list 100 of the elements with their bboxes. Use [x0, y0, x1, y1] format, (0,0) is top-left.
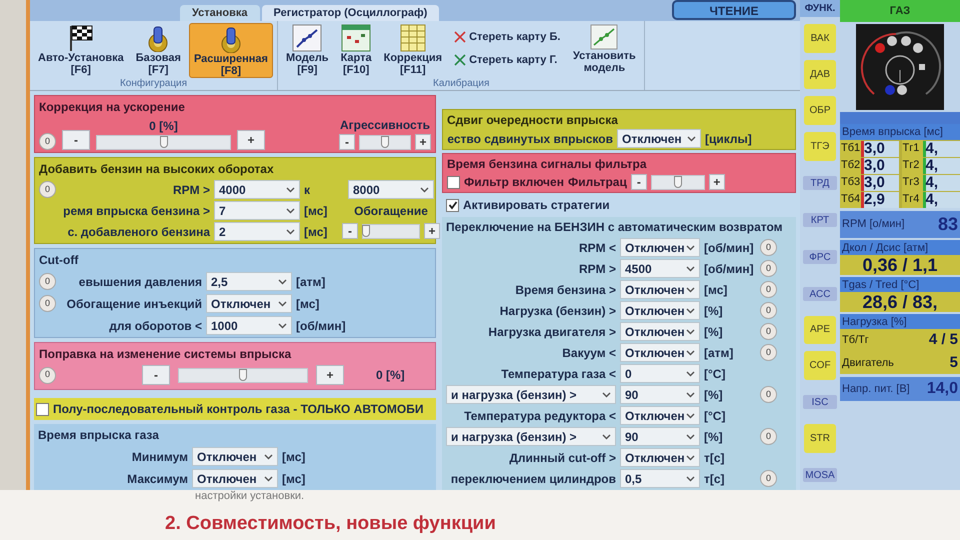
dropdown[interactable]: Отключен — [620, 301, 700, 320]
function-button[interactable]: APE — [804, 316, 836, 344]
dropdown[interactable]: 1000 — [206, 316, 292, 335]
ribbon-button[interactable]: Авто-Установка [F6] — [34, 23, 128, 78]
table-icon — [398, 24, 427, 52]
erase-button[interactable]: Стереть карту Б. — [454, 29, 560, 46]
erase-button[interactable]: Стереть карту Г. — [454, 52, 560, 68]
reset-button[interactable]: 0 — [39, 273, 56, 290]
slider-track[interactable] — [650, 174, 705, 190]
function-button[interactable]: ТГЭ — [804, 132, 836, 161]
ribbon-button[interactable]: Коррекция [F11] — [380, 23, 446, 78]
checkbox[interactable] — [36, 402, 49, 416]
slider-thumb[interactable] — [674, 176, 682, 188]
label: Тг1 — [902, 140, 922, 157]
function-button[interactable]: MOSA — [803, 468, 837, 482]
function-button[interactable]: ISC — [803, 395, 837, 410]
function-button[interactable]: COF — [804, 351, 836, 380]
reset-button[interactable]: 0 — [760, 281, 777, 298]
dropdown[interactable]: Отключен — [620, 322, 700, 341]
set-model-button[interactable]: Установить модель — [568, 23, 640, 74]
label: с. добавленого бензина — [66, 224, 210, 240]
slider-track[interactable] — [96, 135, 231, 150]
ribbon-button[interactable]: Модель [F9] — [282, 23, 333, 78]
decrease-button[interactable]: - — [342, 223, 358, 239]
increase-button[interactable]: + — [708, 174, 725, 190]
dropdown[interactable]: и нагрузка (бензин) > — [446, 385, 616, 404]
reset-button[interactable]: 0 — [39, 133, 56, 150]
tab[interactable]: Регистратор (Осциллограф) — [262, 5, 440, 21]
slider-thumb[interactable] — [160, 136, 168, 148]
label: RPM > — [578, 260, 616, 278]
slider-thumb[interactable] — [239, 368, 247, 380]
dropdown[interactable]: Отключен — [620, 406, 700, 425]
increase-button[interactable]: + — [316, 365, 344, 385]
reset-button[interactable]: 0 — [760, 386, 777, 403]
caret-icon — [602, 434, 611, 440]
reset-button[interactable]: 0 — [760, 470, 777, 487]
increase-button[interactable]: + — [415, 134, 431, 150]
function-button[interactable]: ФРС — [803, 250, 837, 264]
panel-title: Добавить бензин на высоких оборотах — [39, 161, 275, 178]
dropdown[interactable]: Отключен — [620, 280, 700, 299]
reset-button[interactable]: 0 — [39, 181, 56, 198]
dropdown[interactable]: 4500 — [620, 259, 700, 278]
dropdown[interactable]: Отключен — [620, 238, 700, 257]
dropdown[interactable]: 90 — [620, 385, 700, 404]
dropdown[interactable]: и нагрузка (бензин) > — [446, 427, 616, 446]
slider-track[interactable] — [359, 134, 411, 150]
slider-track[interactable] — [362, 224, 420, 238]
ribbon-button[interactable]: Карта [F10] — [336, 23, 376, 78]
checkbox[interactable] — [447, 176, 460, 188]
reset-button[interactable]: 0 — [760, 428, 777, 445]
function-button[interactable]: КРТ — [803, 212, 837, 227]
function-button[interactable]: ОБР — [804, 96, 836, 125]
increase-button[interactable]: + — [237, 130, 265, 150]
increase-button[interactable]: + — [424, 223, 440, 239]
reset-button[interactable]: 0 — [760, 323, 777, 340]
caret-icon — [286, 208, 295, 214]
function-button[interactable]: ВАК — [804, 24, 836, 54]
slider-thumb[interactable] — [381, 136, 389, 148]
dropdown[interactable]: 8000 — [348, 180, 434, 199]
dropdown[interactable]: Отключен — [192, 447, 278, 466]
slider-track[interactable] — [178, 368, 308, 382]
ribbon-button[interactable]: Расширенная [F8] — [188, 23, 273, 78]
dropdown[interactable]: 7 — [214, 201, 300, 220]
decrease-button[interactable]: - — [630, 174, 647, 190]
dropdown[interactable]: 0 — [620, 364, 700, 383]
read-button[interactable]: ЧТЕНИЕ — [672, 0, 796, 20]
checkbox[interactable] — [446, 198, 459, 212]
label: Тб1 — [840, 140, 861, 157]
label: для оборотов < — [108, 318, 202, 334]
reset-button[interactable]: 0 — [760, 302, 777, 319]
decrease-button[interactable]: - — [339, 134, 355, 150]
function-button[interactable]: STR — [804, 424, 836, 453]
decrease-button[interactable]: - — [62, 130, 90, 150]
reset-button[interactable]: 0 — [760, 239, 777, 256]
dropdown[interactable]: 2 — [214, 222, 300, 241]
function-button[interactable]: АСС — [803, 286, 837, 301]
function-button[interactable]: ТРД — [803, 176, 837, 190]
decrease-button[interactable]: - — [142, 365, 170, 385]
tab[interactable]: Установка — [180, 5, 260, 21]
reset-button[interactable]: 0 — [39, 295, 56, 312]
reset-button[interactable]: 0 — [760, 344, 777, 361]
ribbon-button[interactable]: Базовая [F7] — [132, 23, 185, 78]
caret-icon — [686, 244, 695, 250]
label: Тб4 — [840, 191, 861, 208]
dropdown[interactable]: 2,5 — [206, 272, 292, 291]
dropdown[interactable]: Отключен — [192, 469, 278, 488]
dropdown[interactable]: 0,5 — [620, 469, 700, 488]
label: Нагрузка двигателя > — [487, 324, 616, 340]
value: 3,0 — [861, 158, 898, 174]
dropdown[interactable]: 90 — [620, 427, 700, 446]
slider-thumb[interactable] — [362, 224, 370, 236]
dropdown[interactable]: Отключен — [620, 448, 700, 467]
function-button[interactable]: ДАВ — [804, 60, 836, 89]
dropdown[interactable]: Отключен — [617, 129, 701, 148]
dropdown[interactable]: 4000 — [214, 180, 300, 199]
label: Тб/Тг — [842, 333, 869, 348]
dropdown[interactable]: Отключен — [620, 343, 700, 362]
reset-button[interactable]: 0 — [760, 260, 777, 277]
reset-button[interactable]: 0 — [39, 366, 56, 384]
dropdown[interactable]: Отключен — [206, 294, 292, 313]
